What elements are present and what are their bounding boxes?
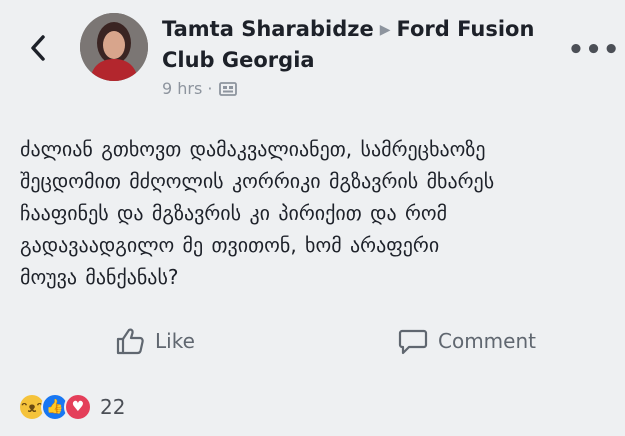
post-text-line: გადავაადგილო მე თვითონ, ხომ არაფერი	[20, 233, 440, 257]
reactions-summary[interactable]: ᵔᴥᵔ 👍 ♥ 22	[18, 392, 125, 422]
reaction-icons: ᵔᴥᵔ 👍 ♥	[18, 393, 92, 421]
avatar-image	[80, 13, 148, 81]
post-text-line: ჩააფინეს და მგზავრის კი პირიქით და რომ	[20, 201, 448, 225]
arrow-right-icon: ▶	[379, 22, 391, 38]
post-card: Tamta Sharabidze ▶ Ford Fusion Club Georgi…	[0, 0, 625, 436]
post-text-line: ძალიან გთხოვთ დამაკვალიანეთ, სამრეცხაოზე	[20, 137, 486, 161]
comment-button[interactable]: Comment	[398, 324, 536, 358]
post-body: ძალიან გთხოვთ დამაკვალიანეთ, სამრეცხაოზე…	[20, 133, 610, 293]
more-dots-icon: •••	[567, 35, 621, 65]
back-button[interactable]	[22, 28, 54, 68]
post-header: Tamta Sharabidze ▶ Ford Fusion Club Georgi…	[0, 0, 625, 110]
group-name[interactable]: Ford Fusion	[396, 17, 534, 41]
love-reaction-icon: ♥	[64, 393, 92, 421]
post-actions: Like Comment	[0, 318, 625, 362]
post-title-line: Tamta Sharabidze ▶ Ford Fusion	[162, 14, 562, 45]
group-audience-icon	[218, 81, 237, 96]
post-text-line: მოუვა მანქანას?	[20, 265, 179, 289]
more-options-button[interactable]: •••	[568, 35, 620, 65]
thumbs-up-icon	[116, 328, 144, 355]
author-name[interactable]: Tamta Sharabidze	[162, 17, 374, 41]
chevron-left-icon	[31, 35, 45, 61]
post-header-text: Tamta Sharabidze ▶ Ford Fusion Club Georgi…	[162, 14, 562, 98]
comment-label: Comment	[438, 329, 536, 353]
reaction-count: 22	[100, 395, 126, 419]
post-meta: 9 hrs ·	[162, 79, 562, 98]
post-text-line: შეცდომით მძღოლის კორრიკი მგზავრის მხარეს	[20, 169, 495, 193]
like-button[interactable]: Like	[115, 324, 195, 358]
like-label: Like	[155, 329, 195, 353]
group-name-line2[interactable]: Club Georgia	[162, 45, 562, 75]
post-time[interactable]: 9 hrs ·	[162, 79, 213, 98]
avatar[interactable]	[80, 13, 148, 81]
comment-bubble-icon	[398, 329, 428, 355]
